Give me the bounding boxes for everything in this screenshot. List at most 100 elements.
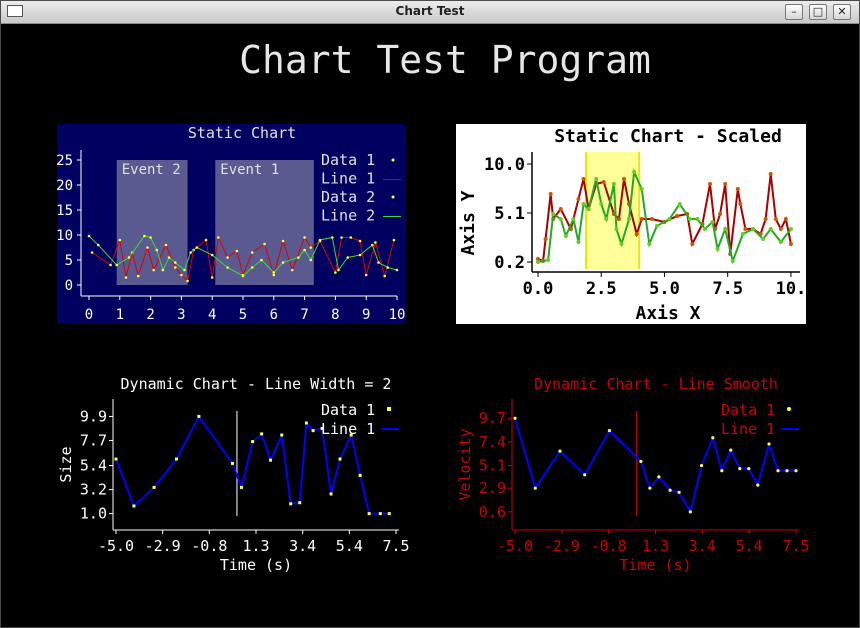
data-point (235, 249, 239, 253)
data-point (599, 202, 604, 206)
scaled-chart: Static Chart - Scaled 0.0 2.5 5.0 7.5 10. 10.0… (456, 124, 806, 324)
data-point (632, 170, 637, 174)
x-tick-label: 8 (331, 307, 339, 323)
data-point (303, 236, 306, 239)
static-chart-title: Static Chart (188, 124, 296, 142)
data-point (586, 207, 591, 211)
data-point (387, 512, 391, 516)
data-point (161, 268, 165, 272)
data-point (794, 469, 798, 473)
data-point (338, 457, 342, 461)
data-point (616, 217, 621, 221)
data-point (167, 256, 171, 259)
data-point (639, 217, 644, 221)
data-point (768, 227, 773, 231)
data-point (204, 238, 208, 242)
data-point (349, 236, 353, 239)
legend-label: Line 1 (721, 420, 775, 438)
data-point (581, 177, 586, 181)
event-band (215, 160, 314, 285)
data-point (711, 436, 715, 440)
data-point (702, 227, 707, 231)
x-tick-label: 1.3 (642, 537, 669, 555)
data-point (263, 242, 266, 246)
minimize-button[interactable]: – (785, 4, 803, 20)
y-tick-label: 7.7 (80, 431, 107, 449)
data-point (251, 440, 255, 444)
data-point (740, 232, 745, 236)
data-point (718, 212, 723, 216)
data-point (272, 273, 276, 277)
data-point (783, 217, 788, 221)
x-tick-label: 2 (146, 307, 154, 323)
dynamic-chart-line-smooth: Dynamic Chart - Line Smooth -5.0 -2.9 -0.8 1… (456, 375, 810, 574)
data-point (297, 256, 300, 259)
dynamic-chart-title: Dynamic Chart - Line Smooth (534, 375, 778, 393)
y-tick-label: 10.0 (484, 155, 525, 175)
data-point (763, 217, 768, 221)
x-axis-label: Time (s) (619, 556, 691, 574)
data-point (374, 241, 377, 244)
legend-label: Line 1 (321, 170, 375, 188)
data-point (152, 268, 155, 272)
x-tick-label: -5.0 (98, 537, 134, 555)
charts-canvas: Static Chart Event 2 Event 1 0 1 2 3 4 5 6 7 8 9 10 0 5… (56, 124, 810, 574)
data-point (690, 242, 695, 246)
data-point (751, 227, 755, 231)
x-tick-label: 5.4 (736, 537, 763, 555)
x-tick-label: 2.5 (586, 279, 617, 299)
data-point (611, 182, 616, 186)
data-point (778, 240, 783, 244)
data-point (723, 227, 728, 231)
data-point (654, 224, 659, 228)
data-point (395, 268, 399, 272)
data-point (272, 271, 276, 274)
data-point (164, 243, 168, 247)
data-point (607, 428, 612, 433)
data-point (114, 457, 118, 461)
x-tick-label: 0.0 (523, 279, 554, 299)
data-point (367, 512, 371, 516)
data-point (551, 212, 556, 216)
y-tick-label: 0.2 (494, 253, 525, 273)
data-point (304, 421, 308, 425)
client-area: Chart Test Program Static Chart Event 2 Ev… (5, 24, 855, 625)
data-point (383, 274, 386, 278)
close-button[interactable]: ✕ (833, 4, 851, 20)
data-point (183, 268, 186, 272)
y-tick-label: 2.9 (479, 479, 506, 497)
data-point (720, 469, 724, 473)
data-point (173, 261, 177, 264)
data-point (109, 263, 112, 267)
data-point (155, 248, 159, 252)
x-tick-label: 7.5 (712, 279, 743, 299)
x-tick-label: 5 (239, 307, 247, 323)
data-point (87, 234, 91, 238)
data-point (747, 467, 751, 471)
y-tick-label: 1.0 (80, 505, 107, 523)
legend-label: Line 1 (321, 420, 375, 438)
data-point (281, 261, 285, 264)
y-tick-label: 5.4 (80, 457, 107, 475)
data-point (639, 187, 644, 191)
data-point (197, 414, 201, 418)
title-bar[interactable]: Chart Test – □ ✕ (1, 1, 859, 24)
x-tick-label: 3 (177, 307, 185, 323)
data-point (688, 510, 692, 514)
data-point (210, 276, 214, 279)
x-axis-label: Time (s) (220, 556, 292, 574)
data-point (667, 217, 672, 221)
data-point (601, 180, 606, 184)
data-point (241, 274, 245, 278)
data-point (622, 177, 626, 181)
data-point (392, 238, 396, 242)
data-point (189, 251, 192, 254)
maximize-button[interactable]: □ (809, 4, 827, 20)
data-point (250, 251, 254, 254)
y-tick-label: 9.9 (80, 407, 107, 425)
data-point (195, 246, 199, 249)
window-title: Chart Test (395, 4, 465, 18)
data-point (309, 258, 313, 262)
data-point (136, 274, 140, 278)
event-label: Event 2 (122, 162, 181, 178)
